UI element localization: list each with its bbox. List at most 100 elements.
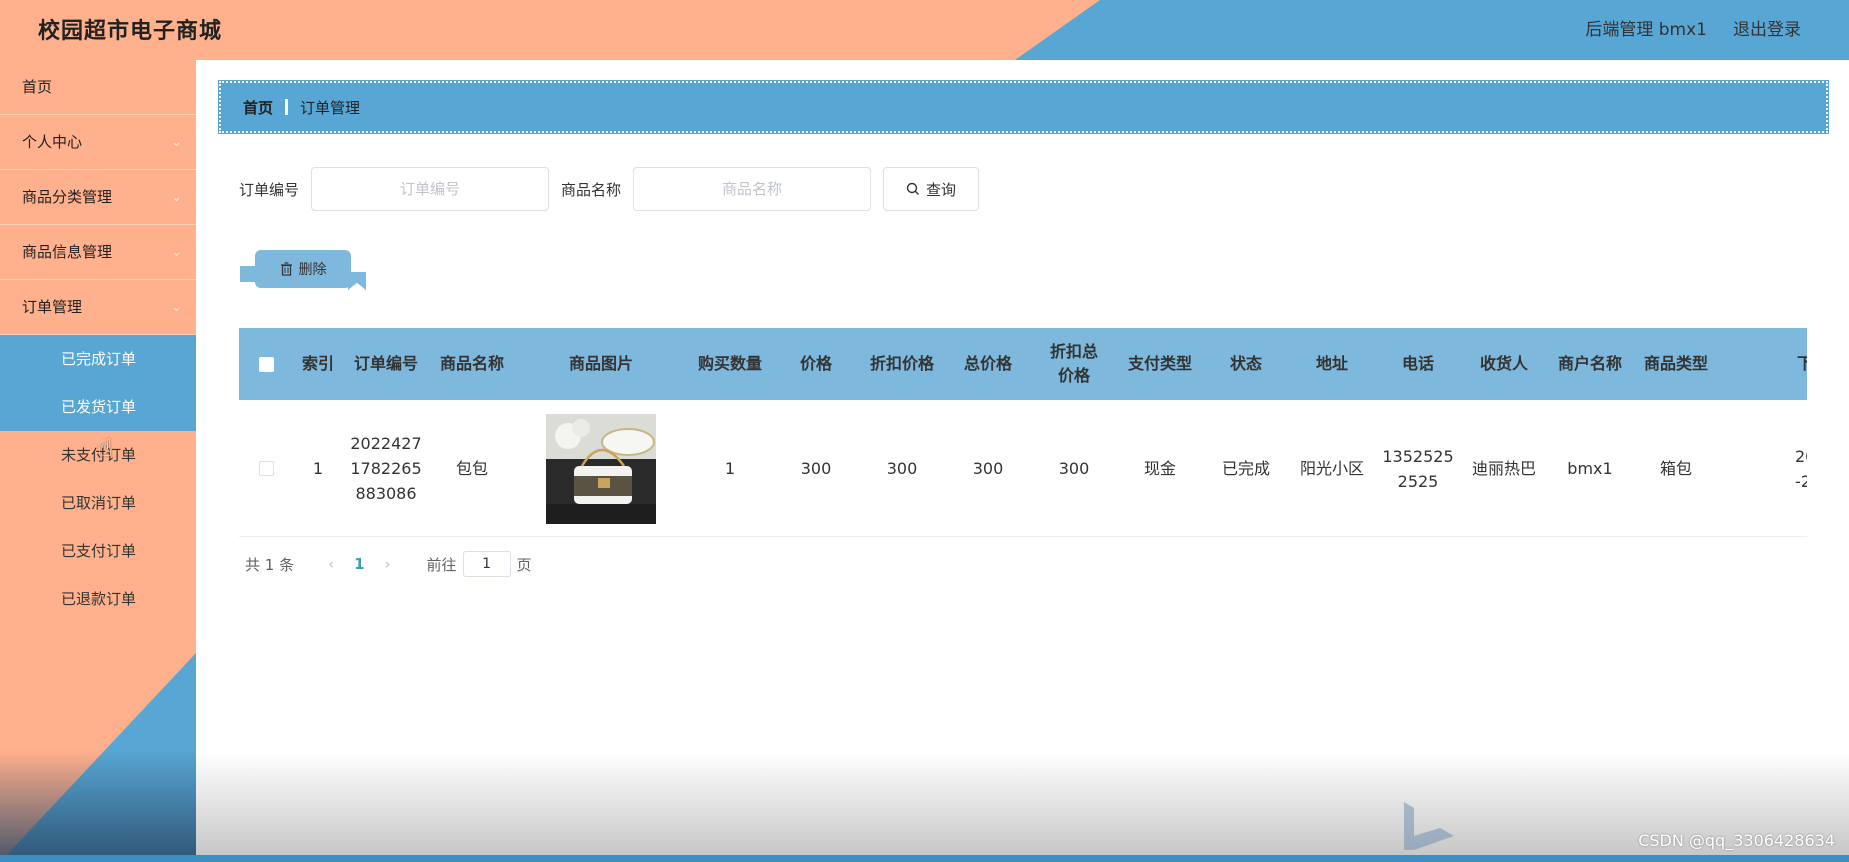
bottom-gradient (196, 752, 1849, 862)
chevron-down-icon: ⌄ (171, 135, 182, 150)
payment-type-cell: 现金 (1143, 459, 1176, 478)
admin-label[interactable]: 后端管理 bmx1 (1585, 15, 1707, 40)
order-no-line: 1782265 (350, 459, 422, 478)
total-price-cell: 300 (972, 459, 1004, 478)
sidebar-item-category-management[interactable]: 商品分类管理 ⌄ (0, 170, 196, 225)
query-button[interactable]: 查询 (883, 167, 980, 211)
product-image (546, 413, 656, 524)
order-no-input[interactable] (311, 167, 550, 211)
phone-line: 2525 (1397, 471, 1439, 491)
page-number-current[interactable]: 1 (354, 555, 364, 573)
sidebar-item-home[interactable]: 首页 (0, 60, 196, 115)
csdn-watermark: CSDN @qq_3306428634 (1638, 831, 1835, 850)
submenu-label: 已发货订单 (61, 398, 137, 416)
select-all-checkbox[interactable] (258, 356, 274, 372)
orders-table: 索引 订单编号 商品名称 商品图片 购买数量 价格 折扣价格 总价格 折扣总价格… (239, 328, 1807, 538)
order-time-line: -2 (1795, 471, 1807, 491)
order-time-cell: 20 -2 (1719, 400, 1807, 537)
submenu-shipped-orders[interactable]: 已发货订单 (0, 383, 196, 431)
pagination: 共 1 条 ‹ 1 › 前往 页 (245, 551, 532, 577)
page-label: 页 (516, 555, 532, 574)
discount-price-cell: 300 (886, 459, 918, 478)
order-no-line: 883086 (355, 484, 417, 503)
breadcrumb-home[interactable]: 首页 (243, 97, 273, 118)
index-cell: 1 (312, 459, 324, 478)
query-button-label: 查询 (926, 180, 957, 199)
order-time-line: 20 (1795, 446, 1807, 466)
total-count: 共 1 条 (245, 555, 295, 574)
logout-link[interactable]: 退出登录 (1733, 15, 1801, 40)
breadcrumb-separator (285, 99, 289, 115)
column-header: 地址 (1315, 354, 1348, 373)
sidebar-shadow (0, 750, 196, 862)
column-header: 支付类型 (1127, 354, 1192, 373)
address-cell: 阳光小区 (1299, 459, 1364, 478)
order-no-label: 订单编号 (239, 180, 300, 199)
column-header: 下 (1797, 354, 1807, 373)
submenu-label: 已支付订单 (61, 542, 137, 560)
chevron-down-icon: ⌄ (171, 190, 182, 205)
column-header: 索引 (301, 354, 334, 373)
product-name-cell: 包包 (455, 459, 488, 478)
sidebar-item-label: 商品信息管理 (22, 243, 113, 261)
select-all-cell (239, 328, 293, 400)
column-header: 状态 (1229, 354, 1262, 373)
status-cell: 已完成 (1221, 459, 1270, 478)
column-header: 购买数量 (697, 354, 762, 373)
submenu-cancelled-orders[interactable]: 已取消订单 (0, 479, 196, 527)
row-checkbox[interactable] (258, 461, 274, 476)
submenu-label: 已退款订单 (61, 590, 137, 608)
phone-cell: 1352525 2525 (1375, 400, 1461, 537)
product-image-cell (515, 400, 687, 537)
submenu-label: 已取消订单 (61, 494, 137, 512)
sidebar-item-product-management[interactable]: 商品信息管理 ⌄ (0, 225, 196, 280)
chevron-right-icon[interactable]: › (385, 555, 391, 573)
column-header: 商品类型 (1643, 354, 1708, 373)
phone-line: 1352525 (1382, 446, 1454, 466)
header-actions: 后端管理 bmx1 退出登录 (1585, 15, 1801, 40)
goto-page-input[interactable] (462, 551, 511, 577)
chevron-down-icon: ⌄ (171, 300, 182, 315)
column-header: 总价格 (963, 354, 1012, 373)
column-header: 价格 (799, 354, 832, 373)
submenu-paid-orders[interactable]: 已支付订单 (0, 527, 196, 575)
sidebar-item-label: 订单管理 (22, 298, 83, 316)
product-name-label: 商品名称 (561, 180, 622, 199)
column-header: 商户名称 (1557, 354, 1622, 373)
header-peach-band (0, 0, 1100, 60)
order-no-cell: 2022427 1782265 883086 (343, 400, 429, 537)
search-icon (906, 182, 920, 195)
order-no-line: 2022427 (350, 434, 422, 453)
merchant-cell: bmx1 (1567, 459, 1613, 478)
submenu-label: 已完成订单 (61, 350, 137, 368)
delete-button-label: 删除 (298, 262, 327, 278)
submenu-refunded-orders[interactable]: 已退款订单 (0, 575, 196, 623)
app-title: 校园超市电子商城 (38, 19, 223, 44)
bottom-bar (0, 855, 1849, 862)
video-logo-icon (1404, 802, 1454, 850)
search-form: 订单编号 商品名称 查询 (239, 167, 980, 211)
row-select-cell (239, 400, 293, 537)
product-name-input[interactable] (633, 167, 872, 211)
column-header: 收货人 (1479, 354, 1528, 373)
breadcrumb: 首页 订单管理 (218, 80, 1829, 134)
table-header: 索引 订单编号 商品名称 商品图片 购买数量 价格 折扣价格 总价格 折扣总价格… (239, 328, 1807, 400)
sidebar-item-personal-center[interactable]: 个人中心 ⌄ (0, 115, 196, 170)
submenu-completed-orders[interactable]: 已完成订单 (0, 335, 196, 383)
column-header: 折扣总价格 (1049, 342, 1098, 385)
product-type-cell: 箱包 (1659, 459, 1692, 478)
hand-cursor-icon: ☝ (98, 434, 113, 462)
delete-button[interactable]: 删除 (255, 250, 351, 288)
chevron-left-icon[interactable]: ‹ (328, 555, 334, 573)
goto-label: 前往 (426, 555, 457, 574)
column-header: 电话 (1401, 354, 1434, 373)
price-cell: 300 (800, 459, 832, 478)
sidebar-item-order-management[interactable]: 订单管理 ⌄ (0, 280, 196, 335)
discount-total-cell: 300 (1058, 459, 1090, 478)
receiver-cell: 迪丽热巴 (1471, 459, 1536, 478)
quantity-cell: 1 (724, 459, 736, 478)
table-row[interactable]: 1 2022427 1782265 883086 包包 1 300 300 30… (239, 400, 1807, 537)
column-header: 折扣价格 (869, 354, 934, 373)
column-header: 订单编号 (353, 354, 418, 373)
sidebar-item-label: 首页 (22, 78, 53, 96)
